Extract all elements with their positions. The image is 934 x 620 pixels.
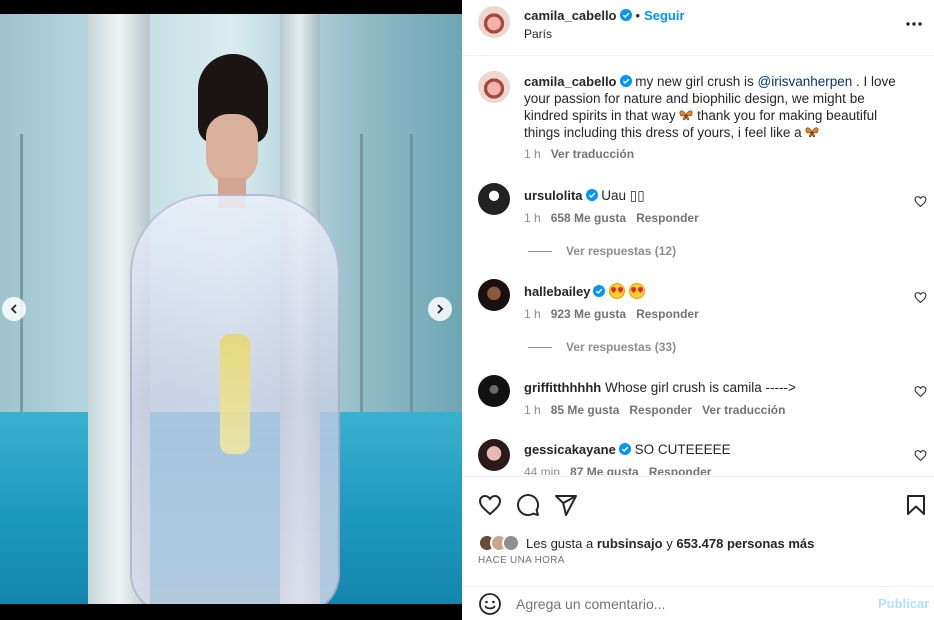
view-replies-button[interactable]: Ver respuestas (33) (528, 340, 676, 354)
comment-time[interactable]: 1 h (524, 403, 541, 417)
commenter-avatar[interactable] (478, 375, 510, 407)
author-avatar[interactable] (478, 6, 510, 38)
post-panel: camila_cabello • Seguir París camila_cabel… (462, 0, 934, 620)
heart-icon[interactable] (478, 493, 502, 517)
likes-summary[interactable]: Les gusta a rubsinsajo y 653.478 persona… (478, 533, 814, 553)
post-location[interactable]: París (524, 27, 552, 41)
comment-body: Uau ▯▯ (601, 188, 645, 203)
comment-text: hallebailey (524, 283, 904, 300)
comment-body: Whose girl crush is camila -----> (605, 380, 796, 395)
commenter-username[interactable]: hallebailey (524, 284, 590, 299)
commenter-avatar[interactable] (478, 183, 510, 215)
butterfly-emoji-icon (805, 127, 819, 138)
comment-time[interactable]: 1 h (524, 211, 541, 225)
view-replies-button[interactable]: Ver respuestas (12) (528, 244, 676, 258)
verified-badge-icon (618, 443, 631, 455)
heart-eyes-emoji-icon (629, 283, 646, 299)
post-media (0, 0, 462, 620)
comment-icon[interactable] (516, 493, 540, 517)
view-replies-label: Ver respuestas (12) (566, 244, 677, 258)
photo-window-frame (20, 134, 23, 414)
post-timestamp[interactable]: HACE UNA HORA (478, 555, 565, 566)
commenter-username[interactable]: griffitthhhhh (524, 380, 601, 395)
photo-figure (100, 54, 370, 604)
comment-meta: 44 min 87 Me gusta Responder (524, 465, 721, 475)
like-comment-heart-icon[interactable] (914, 195, 927, 208)
commenter-avatar[interactable] (478, 279, 510, 311)
comments-list[interactable]: camila_cabello my new girl crush is @iri… (462, 57, 934, 475)
likes-connector: y (666, 535, 673, 551)
replies-divider (528, 251, 552, 253)
comment-meta: 1 h 85 Me gusta Responder Ver traducción (524, 403, 795, 417)
comment-text: griffitthhhhh Whose girl crush is camila… (524, 379, 904, 396)
send-icon[interactable] (554, 493, 578, 517)
liker-username[interactable]: rubsinsajo (597, 536, 663, 551)
post-header: camila_cabello • Seguir París (462, 0, 934, 56)
verified-badge-icon (619, 75, 632, 87)
author-row: camila_cabello • Seguir (524, 8, 685, 23)
post-photo[interactable] (0, 14, 462, 604)
butterfly-emoji-icon (679, 110, 693, 121)
likes-count[interactable]: 653.478 personas más (676, 536, 814, 551)
comment-time[interactable]: 44 min (524, 465, 560, 475)
like-comment-heart-icon[interactable] (914, 385, 927, 398)
post-comment-button[interactable]: Publicar (878, 596, 929, 611)
reply-button[interactable]: Responder (636, 211, 699, 225)
heart-eyes-emoji-icon (609, 283, 626, 299)
comment-input[interactable] (516, 593, 856, 615)
more-options-icon[interactable] (904, 14, 924, 34)
like-comment-heart-icon[interactable] (914, 291, 927, 304)
caption-meta: 1 h Ver traducción (524, 147, 644, 161)
photo-face (206, 114, 258, 184)
reply-button[interactable]: Responder (636, 307, 699, 321)
comment-meta: 1 h 923 Me gusta Responder (524, 307, 709, 321)
comment-composer: Publicar (462, 586, 934, 620)
commenter-username[interactable]: gessicakayane (524, 442, 616, 457)
previous-photo-button[interactable] (2, 297, 26, 321)
liker-avatar (502, 534, 520, 552)
comment-like-count[interactable]: 658 Me gusta (551, 211, 626, 225)
see-translation-link[interactable]: Ver traducción (702, 403, 785, 417)
likes-text: Les gusta a rubsinsajo y 653.478 persona… (526, 536, 814, 551)
emoji-icon[interactable] (478, 592, 502, 616)
commenter-avatar[interactable] (478, 439, 510, 471)
verified-badge-icon (619, 9, 632, 21)
comment-like-count[interactable]: 923 Me gusta (551, 307, 626, 321)
caption-avatar[interactable] (478, 71, 510, 103)
view-replies-label: Ver respuestas (33) (566, 340, 677, 354)
caption-time[interactable]: 1 h (524, 147, 541, 161)
photo-window-frame (410, 134, 413, 414)
comment-like-count[interactable]: 85 Me gusta (551, 403, 620, 417)
comment-time[interactable]: 1 h (524, 307, 541, 321)
comment-meta: 1 h 658 Me gusta Responder (524, 211, 709, 225)
bookmark-icon[interactable] (904, 493, 928, 517)
caption-text: camila_cabello my new girl crush is @iri… (524, 73, 904, 141)
likes-prefix: Les gusta a (526, 535, 594, 551)
see-translation-link[interactable]: Ver traducción (551, 147, 634, 161)
caption-username[interactable]: camila_cabello (524, 74, 617, 89)
photo-dress-accent (220, 334, 250, 454)
reply-button[interactable]: Responder (629, 403, 692, 417)
chevron-right-icon (437, 304, 444, 314)
comment-body: SO CUTEEEEE (634, 442, 731, 457)
post-actions: Les gusta a rubsinsajo y 653.478 persona… (462, 476, 934, 586)
commenter-username[interactable]: ursulolita (524, 188, 583, 203)
follow-button[interactable]: Seguir (644, 8, 684, 23)
chevron-left-icon (10, 304, 17, 314)
comment-like-count[interactable]: 87 Me gusta (570, 465, 639, 475)
next-photo-button[interactable] (428, 297, 452, 321)
author-username[interactable]: camila_cabello (524, 8, 617, 23)
verified-badge-icon (593, 285, 606, 297)
verified-badge-icon (585, 189, 598, 201)
comment-text: ursulolita Uau ▯▯ (524, 187, 904, 204)
replies-divider (528, 347, 552, 349)
caption-text-part: my new girl crush is (631, 74, 758, 89)
comment-text: gessicakayane SO CUTEEEEE (524, 441, 904, 458)
reply-button[interactable]: Responder (649, 465, 712, 475)
like-comment-heart-icon[interactable] (914, 449, 927, 462)
separator-dot: • (635, 8, 641, 23)
mention-link[interactable]: @irisvanherpen (758, 74, 853, 89)
